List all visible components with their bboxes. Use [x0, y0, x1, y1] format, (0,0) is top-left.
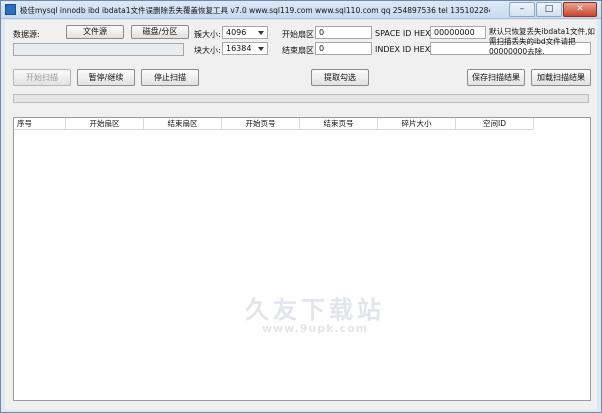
block-size-value: 16384: [226, 44, 252, 53]
index-id-label: INDEX ID HEX:: [375, 45, 433, 54]
results-table[interactable]: 序号 开始扇区 结束扇区 开始页号 结束页号 碎片大小 空间ID 久友下载站 w…: [13, 117, 591, 401]
close-button[interactable]: ✕: [563, 2, 597, 17]
column-header[interactable]: 开始页号: [222, 118, 300, 130]
source-path-field[interactable]: [13, 43, 184, 56]
table-header: 序号 开始扇区 结束扇区 开始页号 结束页号 碎片大小 空间ID: [14, 118, 590, 130]
pause-resume-button[interactable]: 暂停/继续: [77, 69, 135, 86]
cluster-size-select[interactable]: 4096: [222, 26, 268, 39]
save-results-button[interactable]: 保存扫描结果: [467, 69, 525, 86]
client-area: 数据源: 文件源 磁盘/分区 簇大小: 4096 块大小: 16384 开始扇区…: [5, 20, 597, 410]
column-header[interactable]: 空间ID: [456, 118, 534, 130]
chevron-down-icon: [258, 47, 264, 51]
load-results-button[interactable]: 加载扫描结果: [531, 69, 591, 86]
column-header[interactable]: 开始扇区: [66, 118, 144, 130]
scan-progress-bar: [13, 94, 589, 103]
block-size-label: 块大小:: [194, 46, 221, 55]
data-source-label: 数据源:: [13, 30, 40, 39]
stop-scan-button[interactable]: 停止扫描: [141, 69, 199, 86]
start-sector-field[interactable]: 0: [315, 26, 372, 39]
cluster-size-value: 4096: [226, 28, 247, 37]
start-scan-button[interactable]: 开始扫描: [13, 69, 71, 86]
space-id-label: SPACE ID HEX:: [375, 29, 434, 38]
end-sector-label: 结束扇区:: [282, 46, 317, 55]
watermark-sub: www.9upk.com: [261, 322, 369, 335]
window-title: 极佳mysql innodb ibd ibdata1文件误删除丢失覆盖恢复工具 …: [20, 6, 490, 15]
minimize-button[interactable]: –: [509, 2, 535, 17]
block-size-select[interactable]: 16384: [222, 42, 268, 55]
chevron-down-icon: [258, 31, 264, 35]
cluster-size-label: 簇大小:: [194, 30, 221, 39]
title-bar[interactable]: 极佳mysql innodb ibd ibdata1文件误删除丢失覆盖恢复工具 …: [1, 1, 601, 19]
hint-text: 默认只恢复丢失ibdata1文件,如需扫描丢失的ibd文件请把00000000去…: [489, 27, 595, 56]
maximize-button[interactable]: □: [536, 2, 562, 17]
watermark-main: 久友下载站: [245, 296, 385, 324]
space-id-field[interactable]: 00000000: [430, 26, 486, 39]
end-sector-field[interactable]: 0: [315, 42, 372, 55]
column-header[interactable]: 结束扇区: [144, 118, 222, 130]
column-header[interactable]: 结束页号: [300, 118, 378, 130]
column-header[interactable]: 序号: [14, 118, 66, 130]
extract-selected-button[interactable]: 提取勾选: [311, 69, 369, 86]
app-window: 极佳mysql innodb ibd ibdata1文件误删除丢失覆盖恢复工具 …: [0, 0, 602, 413]
file-source-button[interactable]: 文件源: [66, 25, 124, 39]
column-header[interactable]: 碎片大小: [378, 118, 456, 130]
watermark: 久友下载站 www.9upk.com: [240, 290, 390, 335]
start-sector-label: 开始扇区:: [282, 30, 317, 39]
disk-partition-button[interactable]: 磁盘/分区: [131, 25, 189, 39]
app-icon: [5, 4, 16, 15]
